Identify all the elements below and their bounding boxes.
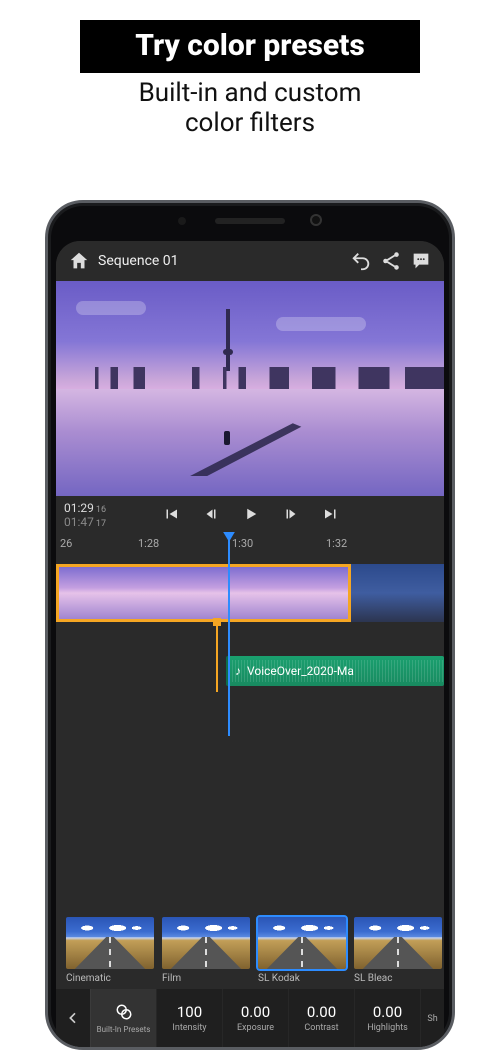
- param-exposure[interactable]: 0.00 Exposure: [222, 989, 288, 1047]
- preset-sl-kodak[interactable]: SL Kodak: [258, 917, 346, 985]
- param-highlights[interactable]: 0.00 Highlights: [354, 989, 420, 1047]
- promo-subtitle: Built-in and custom color filters: [0, 79, 500, 139]
- preview-person: [224, 431, 230, 445]
- preview-water: [56, 389, 444, 496]
- preset-label: SL Bleac: [354, 973, 442, 985]
- video-clip-1[interactable]: [56, 564, 351, 622]
- presets-icon: [115, 1003, 133, 1024]
- preset-label: SL Kodak: [258, 973, 346, 985]
- params-bar: Built-In Presets 100 Intensity 0.00 Expo…: [56, 989, 444, 1047]
- sequence-title[interactable]: Sequence 01: [98, 253, 179, 269]
- param-shadows[interactable]: Sh: [420, 989, 444, 1047]
- skip-forward-icon[interactable]: [322, 505, 340, 526]
- app-screen: Sequence 01 01:2916: [56, 241, 444, 1047]
- param-intensity[interactable]: 100 Intensity: [156, 989, 222, 1047]
- playhead[interactable]: [228, 534, 230, 736]
- preset-sl-bleach[interactable]: SL Bleac: [354, 917, 442, 985]
- audio-clip[interactable]: ♪ VoiceOver_2020-Ma: [226, 656, 444, 686]
- param-label: Sh: [427, 1014, 437, 1024]
- share-icon[interactable]: [380, 250, 402, 272]
- preset-film[interactable]: Film: [162, 917, 250, 985]
- phone-camera: [310, 214, 322, 226]
- timecode-display: 01:2916 01:4717: [64, 502, 106, 530]
- preview-monitor[interactable]: [56, 281, 444, 496]
- param-label: Built-In Presets: [97, 1026, 151, 1034]
- param-label: Highlights: [367, 1023, 408, 1033]
- frame-forward-icon[interactable]: [282, 505, 300, 526]
- skip-back-icon[interactable]: [162, 505, 180, 526]
- timecode-out: 01:47: [64, 515, 94, 529]
- promo-title: Try color presets: [80, 20, 420, 73]
- param-value: 100: [177, 1003, 202, 1021]
- preset-label: Film: [162, 973, 250, 985]
- music-note-icon: ♪: [235, 664, 241, 678]
- video-track[interactable]: [56, 564, 444, 622]
- presets-scroll[interactable]: Cinematic Film SL Kodak SL Bleac: [60, 917, 440, 985]
- param-builtin-presets[interactable]: Built-In Presets: [90, 989, 156, 1047]
- transport-buttons: [114, 505, 388, 526]
- timeline[interactable]: ♪ VoiceOver_2020-Ma: [56, 556, 444, 716]
- param-value: 0.00: [373, 1003, 402, 1021]
- ruler-label: 1:32: [326, 537, 347, 550]
- home-icon[interactable]: [68, 250, 90, 272]
- param-label: Contrast: [304, 1023, 338, 1033]
- undo-icon[interactable]: [350, 250, 372, 272]
- ruler-label: 1:28: [138, 537, 159, 550]
- preview-tower: [226, 309, 230, 371]
- param-value: 0.00: [241, 1003, 270, 1021]
- timecode-out-frames: 17: [96, 519, 106, 529]
- promo-subtitle-line1: Built-in and custom: [0, 79, 500, 109]
- presets-panel: Cinematic Film SL Kodak SL Bleac: [56, 911, 444, 989]
- param-label: Exposure: [237, 1023, 274, 1033]
- phone-sensor: [178, 217, 186, 225]
- top-bar: Sequence 01: [56, 241, 444, 281]
- param-contrast[interactable]: 0.00 Contrast: [288, 989, 354, 1047]
- phone-speaker: [215, 218, 285, 224]
- preset-label: Cinematic: [66, 973, 154, 985]
- video-clip-2[interactable]: [351, 564, 444, 622]
- audio-clip-label: VoiceOver_2020-Ma: [247, 664, 354, 678]
- frame-back-icon[interactable]: [202, 505, 220, 526]
- param-label: Intensity: [172, 1023, 206, 1033]
- param-value: 0.00: [307, 1003, 336, 1021]
- ruler-label: 1:30: [232, 537, 253, 550]
- time-ruler[interactable]: 26 1:28 1:30 1:32: [56, 534, 444, 556]
- preset-cinematic[interactable]: Cinematic: [66, 917, 154, 985]
- transport-bar: 01:2916 01:4717: [56, 496, 444, 534]
- back-button[interactable]: [56, 989, 90, 1047]
- promo-subtitle-line2: color filters: [0, 109, 500, 139]
- timecode-in: 01:29: [64, 501, 94, 515]
- trim-marker[interactable]: [216, 622, 218, 692]
- ruler-label: 26: [60, 537, 72, 550]
- play-icon[interactable]: [242, 505, 260, 526]
- timecode-in-frames: 16: [96, 505, 106, 515]
- comment-icon[interactable]: [410, 250, 432, 272]
- phone-frame: Sequence 01 01:2916: [45, 200, 455, 1050]
